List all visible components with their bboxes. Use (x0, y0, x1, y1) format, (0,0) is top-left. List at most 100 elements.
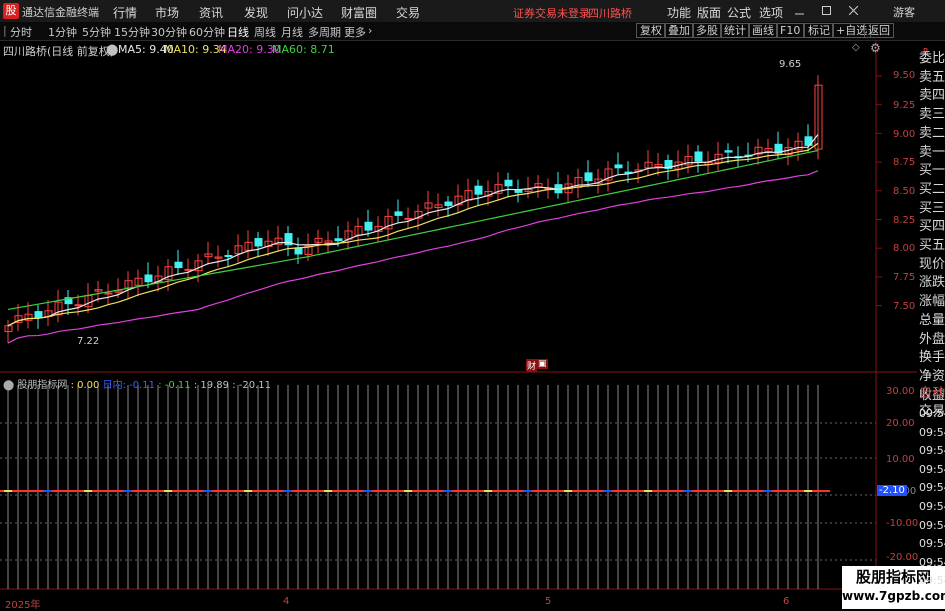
sidebar-item: 卖一 (919, 144, 945, 160)
indicator-name: 股朋指标网 (17, 380, 68, 391)
menu-layout[interactable]: 版面 (697, 4, 721, 21)
sidebar-item: 外盘 (919, 331, 945, 347)
menu-options[interactable]: 选项 (759, 4, 783, 21)
tick-time: 09:54 (919, 574, 945, 588)
login-status[interactable]: 证券交易未登录 (513, 5, 590, 21)
diamond-icon[interactable]: ◇ (852, 42, 860, 53)
ind-tick: -10.00 (886, 518, 919, 529)
candle-body (404, 217, 413, 220)
kline-chart[interactable] (0, 40, 917, 609)
low-annotation: 7.22 (77, 336, 100, 347)
sidebar-item: 委比 (919, 51, 945, 66)
period-5min[interactable]: 5分钟 (82, 24, 111, 40)
f10-button[interactable]: F10 (776, 23, 805, 38)
sidebar-item: 涨跌 (919, 275, 945, 291)
stock-label: 四川路桥(日线 前复权) (3, 45, 115, 58)
finance-tag[interactable]: 财 (526, 359, 538, 372)
period-monthly[interactable]: 月线 (281, 24, 303, 40)
maximize-icon[interactable] (822, 6, 831, 15)
overlay-button[interactable]: 叠加 (664, 23, 694, 38)
period-more[interactable]: 更多 (344, 24, 366, 40)
sidebar-item: 买一 (919, 163, 945, 179)
indicator-label: ⬤ 股朋指标网 : 0.00 日内: -0.11 : -0.11 : 19.89… (3, 376, 271, 391)
indicator-v4: : 19.89 (193, 380, 229, 391)
price-tick: 9.00 (893, 129, 916, 140)
menu-trade[interactable]: 交易 (396, 4, 420, 21)
candle-body (104, 292, 113, 295)
menu-quotes[interactable]: 行情 (113, 4, 137, 21)
indicator-v3: : -0.11 (158, 380, 191, 391)
period-60min[interactable]: 60分钟 (189, 24, 225, 40)
indicator-v5: : -20.11 (232, 380, 271, 391)
candle-body (504, 179, 513, 187)
price-tick: 8.75 (893, 157, 916, 168)
period-30min[interactable]: 30分钟 (151, 24, 187, 40)
tick-time: 09:54 (919, 407, 945, 420)
ma5-line (7, 134, 819, 327)
guest-label[interactable]: 游客 (893, 4, 915, 20)
period-weekly[interactable]: 周线 (254, 24, 276, 40)
app-logo-icon: 股 (3, 3, 19, 19)
close-icon[interactable] (849, 6, 858, 15)
menu-market[interactable]: 市场 (155, 4, 179, 21)
draw-line-button[interactable]: 画线 (748, 23, 778, 38)
ma60-line (7, 149, 819, 311)
sidebar-auto-trade[interactable]: 自动 (919, 385, 945, 403)
mark-button[interactable]: 标记 (804, 23, 834, 38)
toolbar-handle-icon: | (3, 24, 7, 37)
menu-news[interactable]: 资讯 (199, 4, 223, 21)
chevron-right-icon[interactable]: › (368, 24, 372, 37)
candle-body (294, 247, 303, 255)
menu-discover[interactable]: 发现 (244, 4, 268, 21)
period-15min[interactable]: 15分钟 (114, 24, 150, 40)
sidebar-item: 买二 (919, 181, 945, 197)
candle-body (724, 150, 733, 153)
period-daily[interactable]: 日线 (227, 24, 249, 40)
ind-tick: -20.00 (886, 552, 919, 563)
period-toolbar: | 分时 1分钟 5分钟 15分钟 30分钟 60分钟 日线 周线 月线 多周期… (0, 22, 945, 41)
settings-icon[interactable]: ⚙ (870, 41, 881, 55)
period-1min[interactable]: 1分钟 (48, 24, 77, 40)
finance-tag-icon[interactable]: ▣ (537, 359, 548, 369)
sidebar-item: 卖三 (919, 107, 945, 123)
date-label: 4 (283, 596, 290, 607)
sidebar-item: 卖四 (919, 88, 945, 104)
sidebar-item: 卖二 (919, 125, 945, 141)
indicator-v2: 日内: -0.11 (102, 380, 156, 391)
ma-icon: ⬤ (106, 43, 119, 56)
adjust-button[interactable]: 复权 (636, 23, 666, 38)
candle-body (364, 221, 373, 231)
period-multi[interactable]: 多周期 (308, 24, 341, 40)
tick-time: 09:54 (919, 425, 945, 439)
sidebar-item: 买四 (919, 219, 945, 235)
menu-fortune[interactable]: 财富圈 (341, 4, 377, 21)
price-tick: 8.50 (893, 186, 916, 197)
menu-function[interactable]: 功能 (667, 4, 691, 21)
tick-time: 09:54 (919, 500, 945, 513)
sidebar-item: 换手 (919, 350, 945, 366)
tick-time: 09:54 (919, 537, 945, 551)
multi-stock-button[interactable]: 多股 (692, 23, 722, 38)
date-label: 6 (783, 596, 790, 607)
ind-tick: 10.00 (886, 454, 915, 465)
menu-formula[interactable]: 公式 (727, 4, 751, 21)
tick-time: 09:54 (919, 462, 945, 476)
date-label: 5 (545, 596, 552, 607)
candle-body (254, 238, 263, 247)
candle-body (394, 211, 403, 216)
price-tick: 8.25 (893, 215, 916, 226)
stats-button[interactable]: 统计 (720, 23, 750, 38)
candle-body (334, 238, 343, 242)
candle-body (694, 151, 703, 162)
indicator-v1: : 0.00 (70, 380, 100, 391)
period-timeshare[interactable]: 分时 (10, 24, 32, 40)
price-tick: 7.75 (893, 272, 916, 283)
sidebar-item: 净资 (919, 368, 945, 384)
back-button[interactable]: 返回 (864, 23, 894, 38)
candle-body (584, 172, 593, 182)
tick-time: 09:54 (919, 444, 945, 458)
candle-body (74, 304, 83, 307)
menu-ask[interactable]: 问小达 (287, 4, 323, 21)
indicator-marker: -2.10 (877, 485, 907, 496)
minimize-icon[interactable] (795, 6, 804, 15)
